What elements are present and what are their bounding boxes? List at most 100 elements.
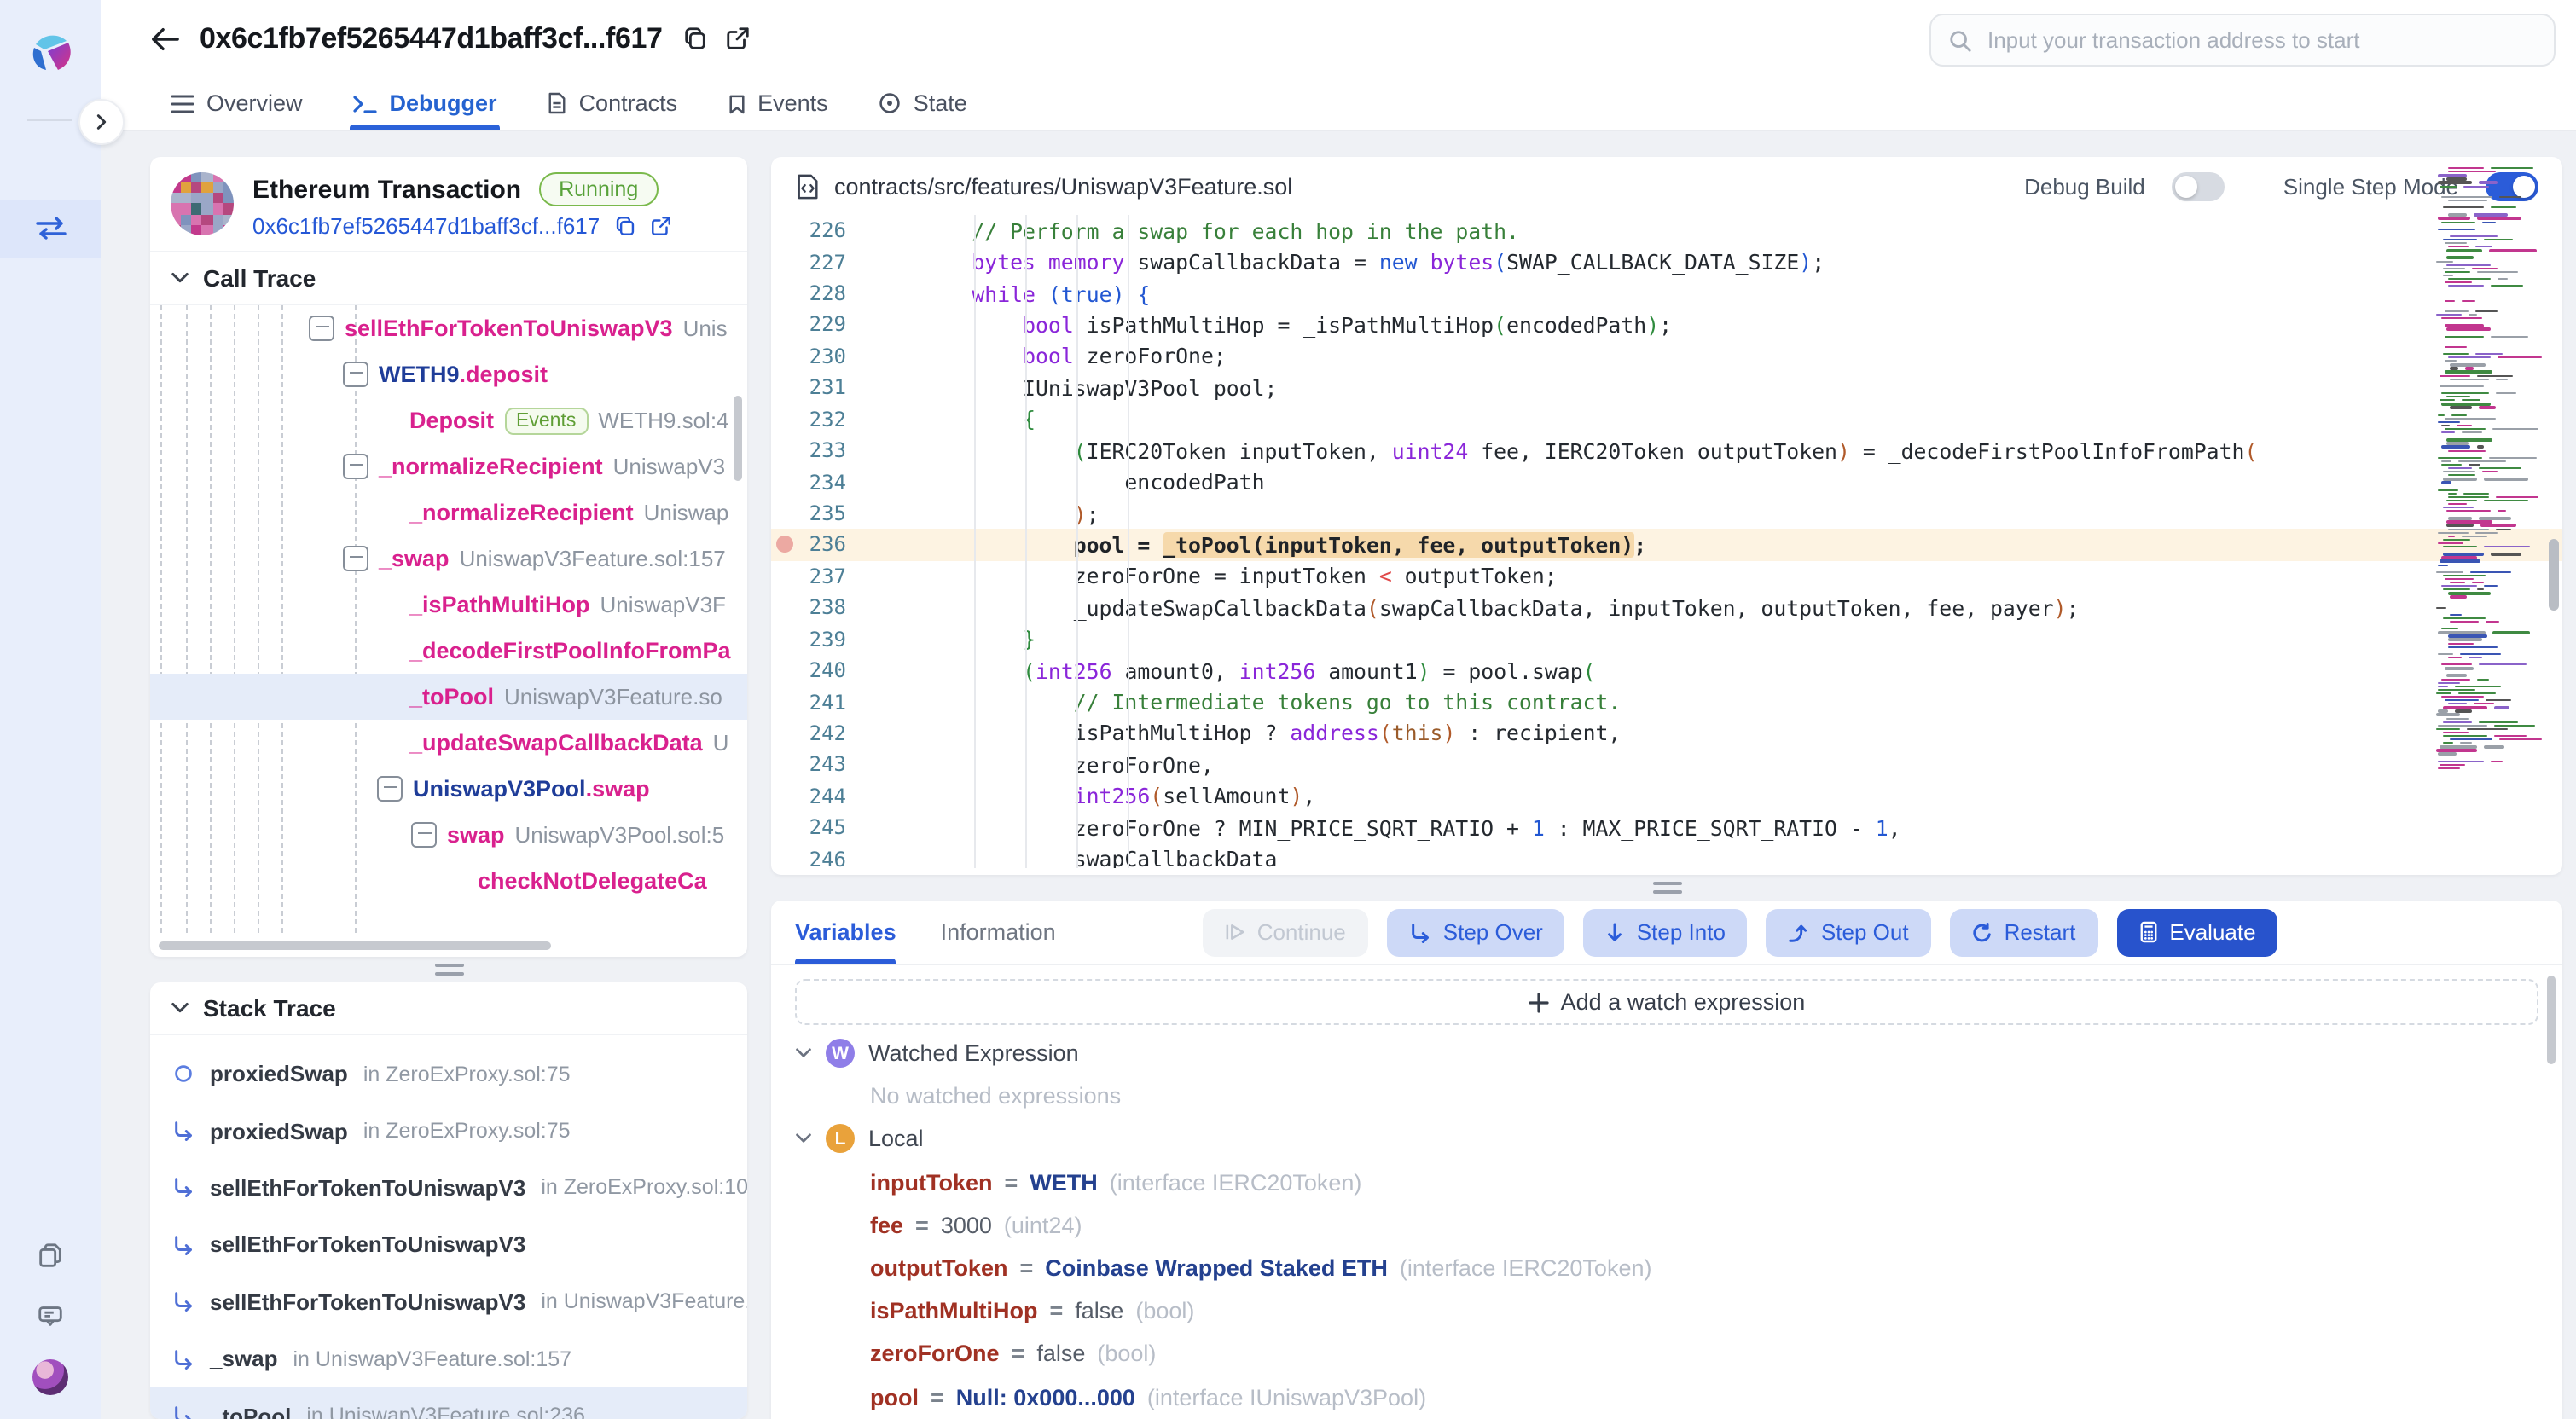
external-link-icon[interactable] bbox=[649, 215, 671, 237]
collapse-expander-icon[interactable] bbox=[377, 776, 403, 802]
rail-item-transactions[interactable] bbox=[0, 200, 101, 258]
tab-state[interactable]: State bbox=[879, 77, 967, 130]
line-number[interactable]: 235 bbox=[771, 501, 870, 525]
line-number[interactable]: 234 bbox=[771, 470, 870, 494]
transaction-hash-link[interactable]: 0x6c1fb7ef5265447d1baff3cf...f617 bbox=[252, 213, 600, 239]
variable-value[interactable]: Coinbase Wrapped Staked ETH bbox=[1045, 1255, 1388, 1281]
stack-frame-row[interactable]: _swapin UniswapV3Feature.sol:157 bbox=[150, 1330, 747, 1387]
breakpoint-icon[interactable] bbox=[776, 536, 793, 553]
call-trace-row[interactable]: WETH9.deposit bbox=[150, 351, 747, 397]
tenderly-logo-icon[interactable] bbox=[24, 27, 78, 82]
panel-tab-information[interactable]: Information bbox=[941, 901, 1056, 964]
call-trace-row[interactable]: _updateSwapCallbackDataU bbox=[150, 720, 747, 766]
stack-frame-row[interactable]: proxiedSwapin ZeroExProxy.sol:75 bbox=[150, 1103, 747, 1160]
line-number[interactable]: 229 bbox=[771, 313, 870, 337]
line-number[interactable]: 246 bbox=[771, 847, 870, 868]
line-number[interactable]: 238 bbox=[771, 596, 870, 620]
continue-button[interactable]: Continue bbox=[1203, 908, 1368, 956]
vertical-scrollbar[interactable] bbox=[734, 396, 742, 481]
stack-frame-row[interactable]: sellEthForTokenToUniswapV3 bbox=[150, 1216, 747, 1273]
line-number[interactable]: 242 bbox=[771, 721, 870, 745]
call-trace-row[interactable]: _toPoolUniswapV3Feature.so bbox=[150, 674, 747, 720]
tab-debugger[interactable]: Debugger bbox=[354, 77, 497, 130]
horizontal-scrollbar[interactable] bbox=[159, 941, 551, 950]
copy-icon[interactable] bbox=[683, 26, 709, 51]
sidebar-expand-button[interactable] bbox=[78, 99, 125, 145]
call-trace-row[interactable]: _normalizeRecipientUniswapV3 bbox=[150, 443, 747, 489]
call-trace-row[interactable]: _decodeFirstPoolInfoFromPa bbox=[150, 628, 747, 674]
call-trace-row[interactable]: swapUniswapV3Pool.sol:5 bbox=[150, 812, 747, 858]
line-number[interactable]: 231 bbox=[771, 376, 870, 400]
line-number[interactable]: 240 bbox=[771, 658, 870, 682]
call-trace-row[interactable]: _normalizeRecipientUniswap bbox=[150, 489, 747, 536]
evaluate-button[interactable]: Evaluate bbox=[2116, 908, 2277, 956]
debug-build-label: Debug Build bbox=[2024, 173, 2145, 199]
line-number[interactable]: 232 bbox=[771, 407, 870, 431]
add-watch-expression[interactable]: Add a watch expression bbox=[795, 979, 2538, 1025]
collapse-expander-icon[interactable] bbox=[411, 822, 437, 848]
line-number[interactable]: 241 bbox=[771, 690, 870, 714]
copy-icon[interactable] bbox=[613, 215, 635, 237]
call-trace-row[interactable]: _isPathMultiHopUniswapV3F bbox=[150, 582, 747, 628]
line-number[interactable]: 244 bbox=[771, 785, 870, 808]
tab-events[interactable]: Events bbox=[728, 77, 828, 130]
line-number[interactable]: 237 bbox=[771, 565, 870, 588]
debugger-panel: Variables Information Continue Step Over St… bbox=[771, 901, 2562, 1419]
line-number[interactable]: 236 bbox=[771, 533, 870, 557]
panel-tab-variables[interactable]: Variables bbox=[795, 901, 896, 964]
variable-type: (uint24) bbox=[1004, 1213, 1082, 1238]
back-button[interactable] bbox=[150, 26, 179, 50]
call-trace-row[interactable]: sellEthForTokenToUniswapV3Unis bbox=[150, 305, 747, 351]
panel-resize-handle[interactable] bbox=[150, 957, 747, 982]
code-line-text: _updateSwapCallbackData(swapCallbackData… bbox=[870, 595, 2562, 621]
line-number[interactable]: 228 bbox=[771, 281, 870, 305]
variables-scrollbar[interactable] bbox=[2547, 976, 2556, 1064]
line-number[interactable]: 239 bbox=[771, 627, 870, 651]
step-out-button[interactable]: Step Out bbox=[1767, 908, 1931, 956]
variable-value[interactable]: Null: 0x000...000 bbox=[956, 1384, 1135, 1410]
line-number[interactable]: 226 bbox=[771, 218, 870, 242]
stack-trace-header[interactable]: Stack Trace bbox=[150, 982, 747, 1035]
document-icon bbox=[548, 92, 567, 114]
external-link-icon[interactable] bbox=[726, 26, 751, 51]
function-name: sellEthForTokenToUniswapV3 bbox=[345, 316, 673, 341]
collapse-expander-icon[interactable] bbox=[343, 546, 368, 571]
collapse-expander-icon[interactable] bbox=[309, 316, 334, 341]
stack-frame-row[interactable]: proxiedSwapin ZeroExProxy.sol:75 bbox=[150, 1045, 747, 1103]
code-line-text: } bbox=[870, 626, 2562, 652]
tab-contracts[interactable]: Contracts bbox=[548, 77, 678, 130]
stack-frame-row[interactable]: _toPoolin UniswapV3Feature.sol:236 bbox=[150, 1387, 747, 1419]
call-trace-row[interactable]: DepositEventsWETH9.sol:4 bbox=[150, 397, 747, 443]
code-minimap[interactable] bbox=[2436, 164, 2542, 798]
rail-item-feedback[interactable] bbox=[0, 1301, 101, 1330]
variables-section-header[interactable]: WWatched Expression bbox=[795, 1032, 2538, 1074]
rail-item-account[interactable] bbox=[0, 1359, 101, 1395]
code-line-text: zeroForOne, bbox=[870, 752, 2562, 778]
line-number[interactable]: 245 bbox=[771, 815, 870, 839]
call-trace-row[interactable]: UniswapV3Pool.swap bbox=[150, 766, 747, 812]
restart-button[interactable]: Restart bbox=[1950, 908, 2098, 956]
step-over-button[interactable]: Step Over bbox=[1387, 908, 1565, 956]
stack-frame-row[interactable]: sellEthForTokenToUniswapV3in ZeroExProxy… bbox=[150, 1160, 747, 1217]
tab-overview[interactable]: Overview bbox=[171, 77, 303, 130]
line-number[interactable]: 230 bbox=[771, 345, 870, 368]
panel-resize-handle[interactable] bbox=[771, 875, 2562, 901]
stack-frame-row[interactable]: sellEthForTokenToUniswapV3in UniswapV3Fe… bbox=[150, 1273, 747, 1330]
rail-item-pages[interactable] bbox=[0, 1242, 101, 1271]
line-number[interactable]: 233 bbox=[771, 438, 870, 462]
line-number[interactable]: 227 bbox=[771, 250, 870, 274]
collapse-expander-icon[interactable] bbox=[343, 454, 368, 479]
variables-section-header[interactable]: LLocal bbox=[795, 1118, 2538, 1161]
call-trace-header[interactable]: Call Trace bbox=[150, 251, 747, 305]
call-trace-row[interactable]: _swapUniswapV3Feature.sol:157 bbox=[150, 536, 747, 582]
collapse-expander-icon[interactable] bbox=[343, 362, 368, 387]
search-input[interactable] bbox=[1984, 26, 2537, 55]
line-number[interactable]: 243 bbox=[771, 753, 870, 777]
call-trace-row[interactable]: checkNotDelegateCa bbox=[150, 858, 747, 904]
app-root: 0x6c1fb7ef5265447d1baff3cf...f617 Overvi… bbox=[0, 0, 2576, 1419]
variable-value[interactable]: WETH bbox=[1030, 1169, 1098, 1195]
code-line-text: { bbox=[870, 406, 2562, 431]
step-into-button[interactable]: Step Into bbox=[1584, 908, 1748, 956]
code-scrollbar[interactable] bbox=[2549, 539, 2559, 611]
debug-build-toggle[interactable] bbox=[2173, 171, 2225, 200]
